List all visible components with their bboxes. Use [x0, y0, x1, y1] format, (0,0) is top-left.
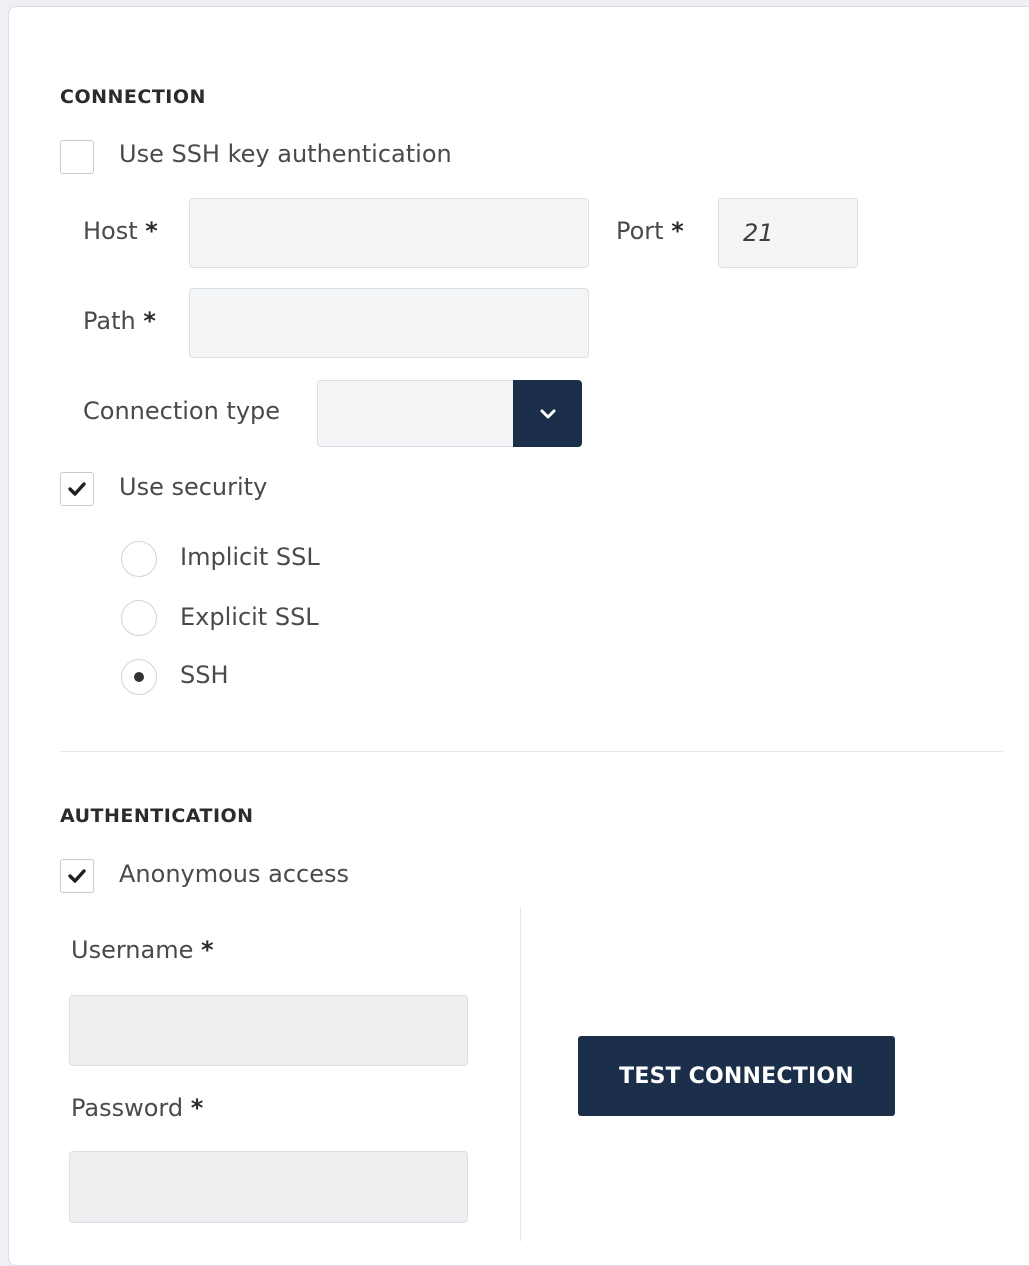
host-required-mark: * [145, 217, 158, 245]
checkmark-icon [68, 869, 86, 883]
username-input[interactable] [69, 995, 468, 1066]
checkmark-icon [68, 482, 86, 496]
radio-explicit-ssl[interactable] [121, 600, 157, 636]
radio-ssh[interactable] [121, 659, 157, 695]
radio-selected-dot [134, 672, 144, 682]
radio-implicit-ssl[interactable] [121, 541, 157, 577]
password-label: Password * [71, 1094, 203, 1122]
path-label-text: Path [83, 307, 136, 335]
ssh-key-auth-label: Use SSH key authentication [119, 140, 452, 168]
radio-ssh-label: SSH [180, 661, 229, 689]
section-divider [60, 751, 1003, 752]
username-label-text: Username [71, 936, 194, 964]
password-required-mark: * [190, 1094, 204, 1122]
ssh-key-auth-checkbox[interactable] [60, 140, 94, 174]
chevron-down-icon [540, 409, 555, 418]
anonymous-access-checkbox[interactable] [60, 859, 94, 893]
use-security-label: Use security [119, 473, 268, 501]
connection-type-label: Connection type [83, 397, 281, 425]
anonymous-access-label: Anonymous access [119, 860, 350, 888]
connection-section-title: CONNECTION [60, 86, 206, 108]
port-label: Port * [616, 217, 684, 245]
port-input[interactable]: 21 [718, 198, 858, 268]
host-label-text: Host [83, 217, 138, 245]
host-input[interactable] [189, 198, 589, 268]
use-security-checkbox[interactable] [60, 472, 94, 506]
path-required-mark: * [143, 307, 156, 335]
authentication-section-title: AUTHENTICATION [60, 805, 254, 827]
password-input[interactable] [69, 1151, 468, 1223]
username-required-mark: * [200, 936, 214, 964]
path-input[interactable] [189, 288, 589, 358]
connection-type-select[interactable] [317, 380, 514, 447]
username-label: Username * [71, 936, 214, 964]
port-required-mark: * [671, 217, 684, 245]
vertical-divider [520, 908, 521, 1241]
path-label: Path * [83, 307, 156, 335]
password-label-text: Password [71, 1094, 184, 1122]
radio-explicit-ssl-label: Explicit SSL [180, 603, 319, 631]
radio-implicit-ssl-label: Implicit SSL [180, 543, 320, 571]
connection-type-dropdown-button[interactable] [513, 380, 582, 447]
test-connection-button[interactable]: TEST CONNECTION [578, 1036, 895, 1116]
host-label: Host * [83, 217, 158, 245]
port-label-text: Port [616, 217, 664, 245]
